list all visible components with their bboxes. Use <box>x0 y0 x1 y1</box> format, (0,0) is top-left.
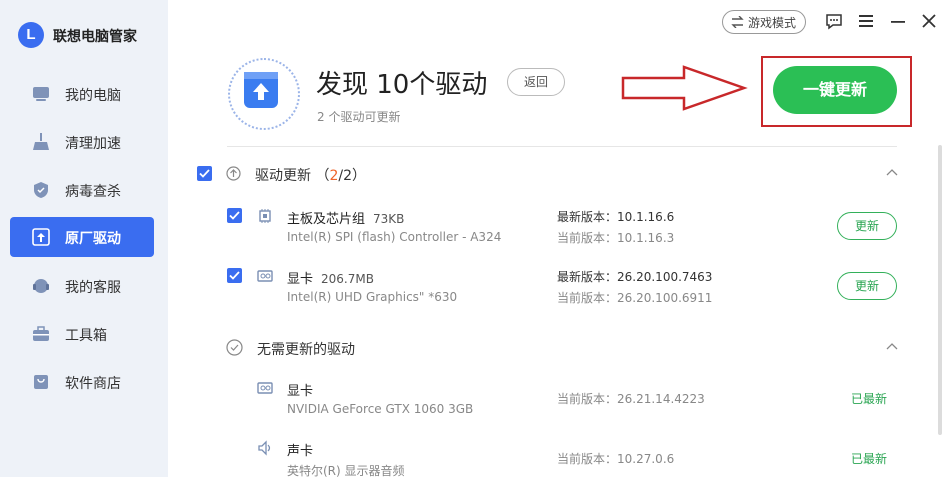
driver-name-row: 主板及芯片组 73KB <box>287 208 404 227</box>
current-label: 当前版本： <box>557 392 618 406</box>
annotation-arrow <box>621 65 748 111</box>
sidebar-item-support[interactable]: 我的客服 <box>10 266 154 306</box>
headset-icon <box>33 279 49 293</box>
current-version: 当前版本：10.1.16.3 <box>557 229 674 246</box>
driver-update-button[interactable]: 更新 <box>837 212 897 240</box>
status-latest: 已最新 <box>851 392 888 406</box>
sidebar-item-cleanup[interactable]: 清理加速 <box>10 122 154 162</box>
graphics-card-icon <box>257 270 273 282</box>
sidebar-item-label: 软件商店 <box>65 376 121 392</box>
sidebar-item-label: 病毒查杀 <box>65 184 121 200</box>
status-latest: 已最新 <box>851 452 888 466</box>
close-icon[interactable] <box>920 12 938 30</box>
driver-name: 显卡 <box>287 384 314 399</box>
shield-icon <box>34 182 48 198</box>
game-mode-button[interactable]: 游戏模式 <box>722 10 806 34</box>
game-mode-label: 游戏模式 <box>748 16 797 30</box>
app-title: 联想电脑管家 <box>53 29 137 45</box>
app-logo: L <box>18 22 44 48</box>
driver-desc: 英特尔(R) 显示器音频 <box>287 464 405 478</box>
store-bag-icon <box>34 375 48 389</box>
sidebar-item-drivers[interactable]: 原厂驱动 <box>10 217 154 257</box>
broom-icon <box>33 133 49 150</box>
sidebar-item-my-computer[interactable]: 我的电脑 <box>10 74 154 114</box>
chip-icon <box>259 209 271 223</box>
current-label: 当前版本： <box>557 452 618 466</box>
current-value: 10.27.0.6 <box>617 452 675 466</box>
section-title-text: 驱动更新 <box>255 168 311 184</box>
current-value: 26.21.14.4223 <box>617 392 705 406</box>
driver-upload-icon <box>244 72 278 108</box>
toolbox-icon <box>33 326 49 341</box>
current-value: 10.1.16.3 <box>617 231 675 245</box>
driver-desc: Intel(R) SPI (flash) Controller - A324 <box>287 230 502 244</box>
sidebar-item-label: 清理加速 <box>65 136 121 152</box>
divider <box>227 146 897 147</box>
latest-label: 最新版本： <box>557 210 618 224</box>
minimize-icon[interactable] <box>889 12 907 30</box>
feedback-icon[interactable] <box>825 12 843 30</box>
driver-size: 206.7MB <box>321 272 374 286</box>
current-label: 当前版本： <box>557 291 618 305</box>
driver-name: 主板及芯片组 <box>287 212 366 227</box>
sidebar-item-toolbox[interactable]: 工具箱 <box>10 314 154 354</box>
driver-name: 声卡 <box>287 444 314 459</box>
driver-upload-icon <box>32 228 50 246</box>
check-circle-icon <box>226 339 243 356</box>
driver-desc: Intel(R) UHD Graphics" *630 <box>287 290 458 304</box>
graphics-card-icon <box>257 382 273 394</box>
latest-label: 最新版本： <box>557 270 618 284</box>
speaker-icon <box>258 440 271 456</box>
scrollbar[interactable] <box>938 145 942 435</box>
chevron-up-icon[interactable] <box>886 168 898 176</box>
back-button[interactable]: 返回 <box>507 68 565 96</box>
sidebar-item-label: 原厂驱动 <box>65 231 121 247</box>
annotation-box <box>761 56 912 127</box>
current-version: 当前版本：26.20.100.6911 <box>557 289 712 306</box>
sidebar-item-store[interactable]: 软件商店 <box>10 362 154 402</box>
monitor-icon <box>33 87 49 101</box>
driver-name-row: 显卡 206.7MB <box>287 268 374 287</box>
current-value: 26.20.100.6911 <box>617 291 713 305</box>
page-title: 发现 10个驱动 <box>316 70 488 100</box>
driver-size: 73KB <box>373 212 405 226</box>
count-open: （ <box>315 168 330 184</box>
current-version: 当前版本：10.27.0.6 <box>557 450 674 467</box>
sidebar-item-label: 我的客服 <box>65 280 121 296</box>
driver-name: 显卡 <box>287 272 314 287</box>
count-total: /2） <box>338 168 366 184</box>
sidebar-item-label: 我的电脑 <box>65 88 121 104</box>
sidebar-item-antivirus[interactable]: 病毒查杀 <box>10 170 154 210</box>
current-label: 当前版本： <box>557 231 618 245</box>
driver-update-button[interactable]: 更新 <box>837 272 897 300</box>
section-title-updatable: 驱动更新 （2/2） <box>255 165 366 185</box>
page-subtitle: 2 个驱动可更新 <box>317 110 401 124</box>
driver-desc: NVIDIA GeForce GTX 1060 3GB <box>287 402 474 416</box>
driver-checkbox[interactable] <box>227 208 242 223</box>
current-version: 当前版本：26.21.14.4223 <box>557 390 705 407</box>
swap-icon <box>731 16 744 28</box>
section-title-no-update: 无需更新的驱动 <box>257 342 355 358</box>
driver-checkbox[interactable] <box>227 268 242 283</box>
chevron-up-icon[interactable] <box>886 342 898 350</box>
menu-icon[interactable] <box>857 12 875 30</box>
latest-value: 26.20.100.7463 <box>617 270 713 284</box>
sidebar-item-label: 工具箱 <box>65 328 107 344</box>
latest-version: 最新版本：10.1.16.6 <box>557 208 674 225</box>
latest-value: 10.1.16.6 <box>617 210 675 224</box>
upgrade-circle-icon <box>226 166 241 181</box>
latest-version: 最新版本：26.20.100.7463 <box>557 268 712 285</box>
select-all-checkbox[interactable] <box>197 166 212 181</box>
